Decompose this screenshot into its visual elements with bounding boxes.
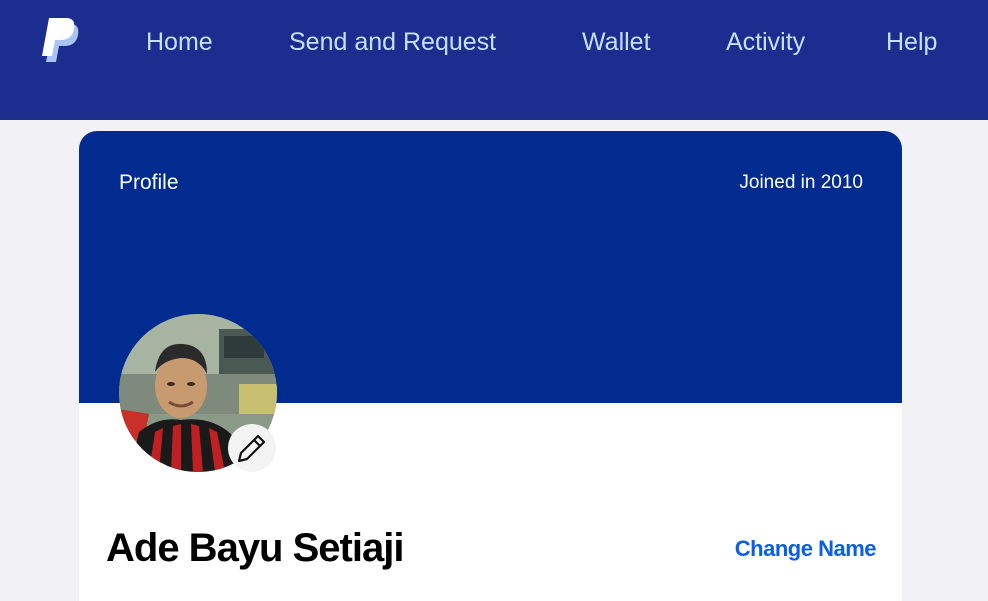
nav-help[interactable]: Help: [886, 24, 937, 60]
change-name-link[interactable]: Change Name: [735, 536, 877, 562]
nav-send-and-request[interactable]: Send and Request: [289, 24, 496, 60]
edit-photo-button[interactable]: [228, 424, 276, 472]
paypal-logo-icon[interactable]: [40, 18, 82, 66]
profile-name: Ade Bayu Setiaji: [106, 526, 404, 570]
nav-activity[interactable]: Activity: [726, 24, 805, 60]
top-navigation-bar: Home Send and Request Wallet Activity He…: [0, 0, 988, 120]
profile-section-label: Profile: [119, 171, 179, 194]
nav-home[interactable]: Home: [146, 24, 213, 60]
nav-wallet[interactable]: Wallet: [582, 24, 651, 60]
profile-card: Profile Joined in 2010 Ade Bayu Setiaji …: [79, 131, 902, 601]
pencil-icon: [237, 434, 266, 463]
joined-date-text: Joined in 2010: [739, 172, 863, 193]
